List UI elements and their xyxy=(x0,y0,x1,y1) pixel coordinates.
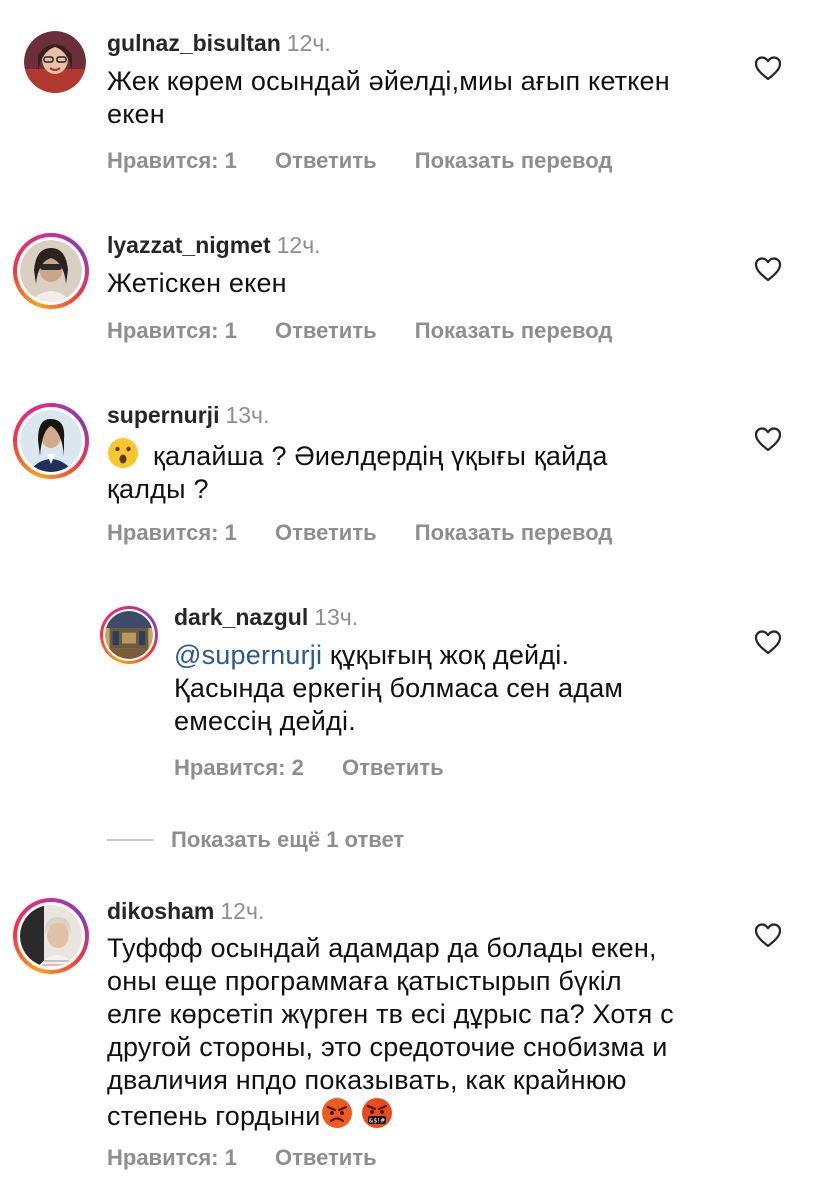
comment-line: елге көрсетіп жүрген тв есі дұрыс па? Хо… xyxy=(107,999,674,1029)
reply-button[interactable]: Ответить xyxy=(275,1145,377,1171)
likes-count[interactable]: Нравится: 1 xyxy=(107,1145,237,1171)
divider xyxy=(107,839,153,841)
comment-line: оны еще программаға қатыстырып бүкіл xyxy=(107,966,622,996)
avatar[interactable] xyxy=(13,233,89,309)
comment-actions: Нравится: 1 Ответить Показать перевод xyxy=(107,318,612,344)
comment-text: Жетіскен екен xyxy=(107,267,287,300)
mention-link[interactable]: @supernurji xyxy=(174,640,322,670)
username[interactable]: gulnaz_bisultan xyxy=(107,30,281,56)
reply-button[interactable]: Ответить xyxy=(275,148,377,174)
reply-button[interactable]: Ответить xyxy=(275,318,377,344)
comment-text: қалайша ? Әиелдердің үқығы қайда қалды ? xyxy=(107,437,608,506)
username[interactable]: dark_nazgul xyxy=(174,604,308,630)
comment-line: құқығың жоқ дейді. xyxy=(329,640,570,670)
avatar[interactable] xyxy=(13,898,89,974)
comment-actions: Нравится: 1 Ответить Показать перевод xyxy=(107,520,612,546)
reply-button[interactable]: Ответить xyxy=(342,755,444,781)
comment-text: Жек көрем осындай әйелді,миы ағып кеткен… xyxy=(107,65,670,131)
avatar[interactable] xyxy=(100,606,158,664)
heart-outline-icon[interactable] xyxy=(754,922,782,948)
comment-header: gulnaz_bisultan 12ч. xyxy=(107,30,331,56)
comment-actions: Нравится: 1 Ответить xyxy=(107,1145,377,1171)
hushed-face-emoji xyxy=(108,438,138,468)
comment-line: Жетіскен екен xyxy=(107,268,287,298)
cursing-face-emoji: &$!# xyxy=(361,1098,392,1128)
timestamp: 13ч. xyxy=(314,604,359,630)
comment-header: dikosham 12ч. xyxy=(107,898,264,924)
heart-outline-icon[interactable] xyxy=(754,55,782,81)
comment-line: емессің дейді. xyxy=(174,706,356,736)
comment-actions: Нравится: 1 Ответить Показать перевод xyxy=(107,148,612,174)
show-translation-button[interactable]: Показать перевод xyxy=(415,148,613,174)
comment-line: другой стороны, это средоточие снобизма … xyxy=(107,1032,668,1062)
heart-outline-icon[interactable] xyxy=(754,426,782,452)
likes-count[interactable]: Нравится: 1 xyxy=(107,148,237,174)
likes-count[interactable]: Нравится: 2 xyxy=(174,755,304,781)
timestamp: 12ч. xyxy=(276,232,321,258)
angry-face-emoji xyxy=(321,1098,352,1128)
comment-line: қалайша ? Әиелдердің үқығы қайда xyxy=(153,441,608,471)
comment-line: Қасында еркегің болмаса сен адам xyxy=(174,673,624,703)
comment-line: Жек көрем осындай әйелді,миы ағып кеткен xyxy=(107,66,670,96)
comment-line: Туффф осындай адамдар да болады екен, xyxy=(107,933,657,963)
show-translation-button[interactable]: Показать перевод xyxy=(415,520,613,546)
show-more-replies-label[interactable]: Показать ещё 1 ответ xyxy=(171,826,404,854)
username[interactable]: supernurji xyxy=(107,402,219,428)
likes-count[interactable]: Нравится: 1 xyxy=(107,520,237,546)
comment-header: supernurji 13ч. xyxy=(107,402,269,428)
comment-text: @supernurji құқығың жоқ дейді. Қасында е… xyxy=(174,639,623,738)
comment-line: степень гордыни xyxy=(107,1101,321,1131)
svg-text:&$!#: &$!# xyxy=(368,1118,385,1125)
heart-outline-icon[interactable] xyxy=(754,629,782,655)
show-translation-button[interactable]: Показать перевод xyxy=(415,318,613,344)
likes-count[interactable]: Нравится: 1 xyxy=(107,318,237,344)
comment-line: қалды ? xyxy=(107,474,209,504)
timestamp: 12ч. xyxy=(220,898,265,924)
avatar[interactable] xyxy=(13,403,89,479)
username[interactable]: dikosham xyxy=(107,898,214,924)
heart-outline-icon[interactable] xyxy=(754,256,782,282)
comment-actions: Нравится: 2 Ответить xyxy=(174,755,444,781)
avatar[interactable] xyxy=(24,31,86,93)
comment-header: lyazzat_nigmet 12ч. xyxy=(107,232,321,258)
timestamp: 13ч. xyxy=(225,402,270,428)
username[interactable]: lyazzat_nigmet xyxy=(107,232,271,258)
comment-line: екен xyxy=(107,99,165,129)
comment-header: dark_nazgul 13ч. xyxy=(174,604,358,630)
comment-text: Туффф осындай адамдар да болады екен, он… xyxy=(107,932,674,1133)
comment-line: дваличия нпдо показывать, как крайнюю xyxy=(107,1065,627,1095)
reply-button[interactable]: Ответить xyxy=(275,520,377,546)
timestamp: 12ч. xyxy=(286,30,331,56)
